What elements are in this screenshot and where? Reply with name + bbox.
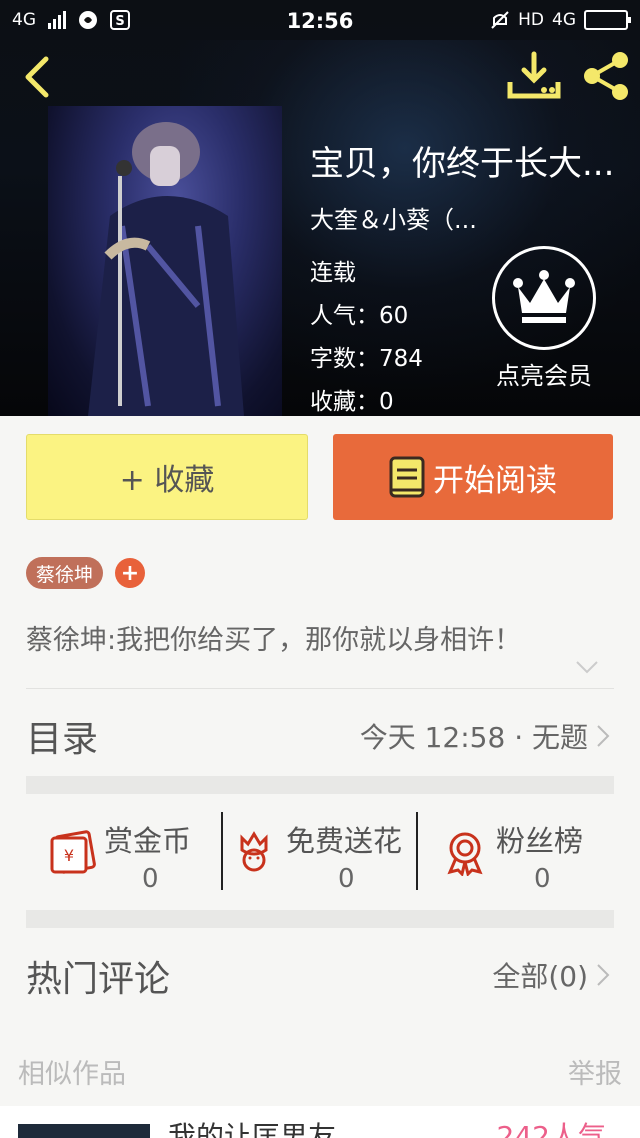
hot-comments-label[interactable]: 热门评论 bbox=[26, 950, 170, 1002]
stat-value: 0 bbox=[534, 864, 551, 894]
section-separator bbox=[26, 910, 614, 928]
network-label-right: 4G bbox=[552, 10, 576, 30]
flower-icon bbox=[240, 831, 268, 872]
stat-value: 0 bbox=[338, 864, 355, 894]
all-comments-link[interactable]: 全部(0) bbox=[492, 955, 610, 995]
share-button[interactable] bbox=[578, 50, 634, 102]
tag-chip[interactable]: 蔡徐坤 bbox=[26, 557, 104, 589]
book-favorites: 收藏：0 bbox=[310, 389, 394, 415]
toc-latest-text: 今天 12:58 · 无题 bbox=[359, 721, 588, 754]
stat-reward-coins[interactable]: ¥ 赏金币 0 bbox=[48, 810, 218, 894]
book-description: 蔡徐坤:我把你给买了，那你就以身相许！ bbox=[26, 625, 522, 656]
chevron-left-icon bbox=[25, 56, 49, 98]
vip-button[interactable] bbox=[492, 246, 596, 350]
status-bar: 4G S 12:56 HD 4G bbox=[0, 0, 640, 44]
stat-separator bbox=[416, 812, 418, 890]
back-button[interactable] bbox=[14, 52, 58, 102]
stat-fan-ranking[interactable]: 粉丝榜 0 bbox=[444, 810, 614, 894]
stat-free-flowers[interactable]: 免费送花 0 bbox=[234, 810, 414, 894]
report-link[interactable]: 举报 bbox=[568, 1052, 622, 1091]
start-reading-button[interactable]: 开始阅读 bbox=[333, 434, 613, 520]
book-header: 4G S 12:56 HD 4G 宝贝，你终于长大... 大奎＆小葵（... 连… bbox=[0, 0, 640, 416]
vip-label[interactable]: 点亮会员 bbox=[476, 356, 612, 391]
add-favorite-button[interactable]: + 收藏 bbox=[26, 434, 308, 520]
book-author[interactable]: 大奎＆小葵（... bbox=[310, 200, 477, 235]
red-envelope-icon: ¥ bbox=[50, 830, 96, 874]
section-separator bbox=[26, 776, 614, 794]
start-reading-label: 开始阅读 bbox=[433, 462, 557, 499]
stat-separator bbox=[221, 812, 223, 890]
mute-icon bbox=[491, 11, 509, 29]
book-word-count: 字数：784 bbox=[310, 346, 423, 372]
similar-works-label: 相似作品 bbox=[18, 1059, 126, 1090]
similar-item-thumbnail[interactable] bbox=[18, 1124, 150, 1138]
book-status: 连载 bbox=[310, 260, 356, 286]
book-cover-image[interactable] bbox=[48, 106, 282, 416]
divider bbox=[26, 688, 614, 689]
battery-icon bbox=[584, 10, 631, 30]
stat-label: 粉丝榜 bbox=[496, 824, 584, 858]
add-tag-button[interactable]: + bbox=[115, 558, 145, 588]
share-icon bbox=[584, 52, 628, 100]
book-title: 宝贝，你终于长大... bbox=[310, 144, 615, 184]
book-icon bbox=[389, 456, 425, 498]
stat-value: 0 bbox=[142, 864, 159, 894]
svg-text:¥: ¥ bbox=[64, 846, 74, 865]
book-popularity: 人气：60 bbox=[310, 303, 409, 329]
chevron-right-icon bbox=[597, 964, 610, 986]
medal-icon bbox=[447, 832, 483, 876]
download-icon bbox=[507, 51, 561, 99]
all-comments-text: 全部(0) bbox=[492, 960, 588, 993]
crown-icon bbox=[513, 270, 575, 323]
similar-item-popularity: 242人气 bbox=[496, 1120, 606, 1138]
chevron-down-icon[interactable] bbox=[575, 660, 599, 676]
hd-label: HD bbox=[518, 10, 544, 30]
toc-latest-chapter[interactable]: 今天 12:58 · 无题 bbox=[360, 716, 610, 756]
chevron-right-icon bbox=[597, 725, 610, 747]
stat-label: 免费送花 bbox=[286, 824, 403, 858]
stat-label: 赏金币 bbox=[104, 824, 192, 858]
toc-label[interactable]: 目录 bbox=[26, 710, 98, 762]
cover-art bbox=[88, 122, 244, 416]
download-button[interactable] bbox=[506, 50, 562, 102]
similar-item-title[interactable]: 我的让匡男友 bbox=[168, 1120, 336, 1138]
